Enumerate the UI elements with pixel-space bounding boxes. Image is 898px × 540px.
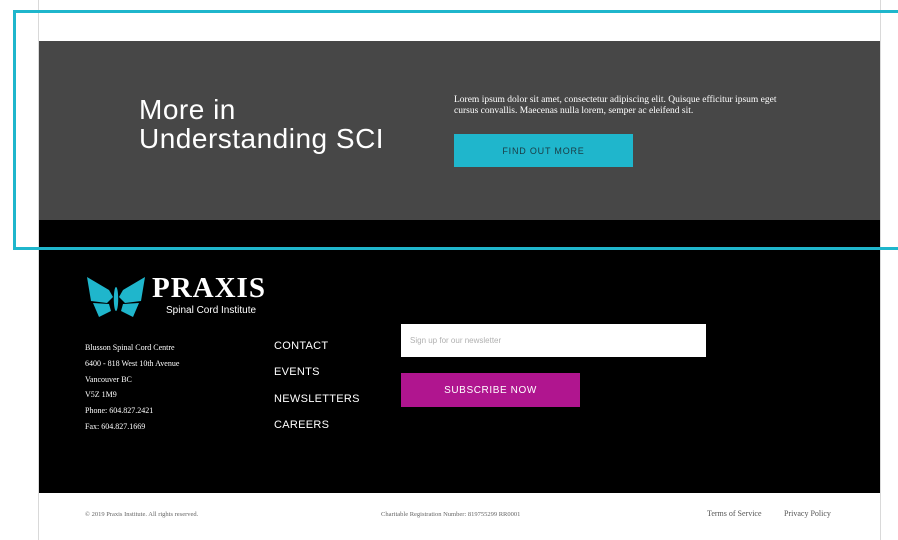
logo-name: PRAXIS — [152, 272, 266, 304]
promo-title-line1: More in — [139, 94, 236, 125]
promo-description: Lorem ipsum dolor sit amet, consectetur … — [454, 95, 777, 116]
nav-events[interactable]: EVENTS — [274, 364, 360, 390]
fax-number: Fax: 604.827.1669 — [85, 421, 146, 431]
privacy-policy-link[interactable]: Privacy Policy — [784, 509, 831, 518]
promo-title: More in Understanding SCI — [139, 95, 439, 153]
phone-number: Phone: 604.827.2421 — [85, 406, 154, 416]
nav-contact[interactable]: CONTACT — [274, 338, 360, 364]
praxis-logo[interactable]: PRAXIS Spinal Cord Institute — [85, 272, 275, 319]
bottom-bar: © 2019 Praxis Institute. All rights rese… — [39, 493, 880, 540]
address-line: V5Z 1M9 — [85, 390, 117, 400]
nav-newsletters[interactable]: NEWSLETTERS — [274, 391, 360, 417]
site-footer: PRAXIS Spinal Cord Institute Blusson Spi… — [39, 220, 880, 493]
find-out-more-button[interactable]: FIND OUT MORE — [454, 134, 633, 167]
address-block: Blusson Spinal Cord Centre 6400 - 818 We… — [85, 340, 179, 435]
terms-of-service-link[interactable]: Terms of Service — [707, 509, 762, 518]
promo-title-line2: Understanding SCI — [139, 123, 385, 154]
charity-registration: Charitable Registration Number: 81975529… — [381, 511, 521, 518]
page-border-right — [880, 0, 881, 540]
address-line: Blusson Spinal Cord Centre — [85, 343, 175, 352]
address-line: 6400 - 818 West 10th Avenue — [85, 358, 180, 368]
promo-banner: More in Understanding SCI Lorem ipsum do… — [39, 41, 880, 220]
newsletter-email-input[interactable] — [401, 324, 706, 357]
nav-careers[interactable]: CAREERS — [274, 417, 360, 443]
logo-subtitle: Spinal Cord Institute — [166, 305, 257, 316]
address-line: Vancouver BC — [85, 374, 132, 384]
butterfly-icon — [87, 277, 145, 317]
copyright-text: © 2019 Praxis Institute. All rights rese… — [85, 511, 199, 518]
footer-nav: CONTACT EVENTS NEWSLETTERS CAREERS — [274, 338, 360, 443]
subscribe-now-button[interactable]: SUBSCRIBE NOW — [401, 373, 580, 407]
